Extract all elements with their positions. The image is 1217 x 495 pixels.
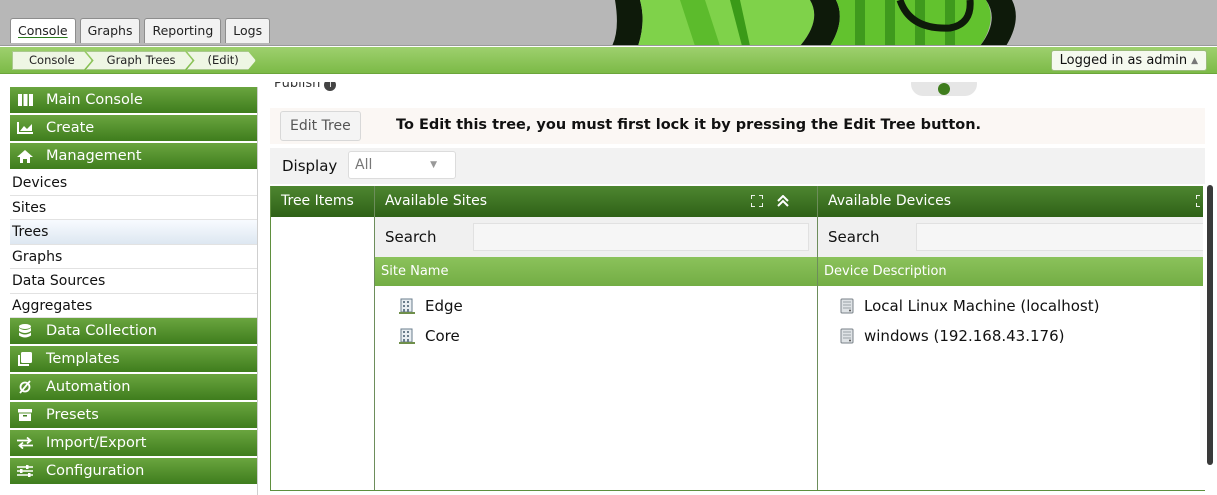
sites-search-input[interactable] (473, 223, 809, 251)
sidebar-item-presets[interactable]: Presets (10, 402, 257, 430)
empty-set-icon (16, 380, 34, 394)
expand-icon[interactable] (750, 194, 764, 211)
device-description-column-header: Device Description (818, 257, 1206, 286)
tab-console[interactable]: Console (10, 18, 76, 43)
sidebar-item-devices[interactable]: Devices (10, 171, 257, 196)
sidebar-item-aggregates[interactable]: Aggregates (10, 294, 257, 318)
sidebar: Main Console Create Management Devices S… (10, 87, 258, 495)
info-icon (938, 83, 950, 95)
available-devices-column: Available Devices Search Device Descript… (818, 186, 1206, 490)
sidebar-item-management[interactable]: Management (10, 143, 257, 171)
chart-icon (16, 122, 34, 134)
sidebar-item-templates[interactable]: Templates (10, 346, 257, 374)
display-label: Display (282, 157, 338, 175)
sidebar-item-create[interactable]: Create (10, 115, 257, 143)
edit-tree-row: Edit Tree To Edit this tree, you must fi… (270, 108, 1205, 144)
main-panel: Publish i Edit Tree To Edit this tree, y… (268, 82, 1206, 495)
devices-search-label: Search (828, 228, 880, 246)
tree-editor: Tree Items Available Sites Search Site N… (270, 186, 1206, 491)
sidebar-item-trees[interactable]: Trees (10, 220, 257, 245)
publish-toggle[interactable] (911, 82, 977, 96)
user-menu-button[interactable]: Logged in as admin ▲ (1050, 50, 1207, 71)
sidebar-item-configuration[interactable]: Configuration (10, 458, 257, 486)
breadcrumb-console[interactable]: Console (12, 51, 92, 70)
available-devices-header: Available Devices (818, 186, 1206, 217)
scrollbar[interactable] (1203, 185, 1217, 490)
sites-header-tools (750, 186, 811, 217)
top-banner: Console Graphs Reporting Logs (0, 0, 1217, 46)
available-sites-column: Available Sites Search Site Name Edge Co… (375, 186, 818, 490)
sites-search-row: Search (375, 217, 817, 257)
server-icon (840, 328, 854, 344)
display-select[interactable]: All ▼ (348, 151, 456, 179)
sliders-icon (16, 465, 34, 477)
user-label: Logged in as admin (1059, 53, 1188, 68)
server-icon (840, 298, 854, 314)
sidebar-item-automation[interactable]: Automation (10, 374, 257, 402)
breadcrumb-bar: Console Graph Trees (Edit) Logged in as … (0, 47, 1217, 74)
main-tabs: Console Graphs Reporting Logs (10, 18, 271, 43)
tab-graphs[interactable]: Graphs (79, 18, 141, 43)
sidebar-item-import-export[interactable]: Import/Export (10, 430, 257, 458)
sites-search-label: Search (385, 228, 437, 246)
devices-search-row: Search (818, 217, 1206, 257)
breadcrumb-graph-trees[interactable]: Graph Trees (86, 51, 193, 70)
scrollbar-thumb[interactable] (1207, 185, 1213, 465)
sidebar-item-data-sources[interactable]: Data Sources (10, 269, 257, 294)
info-icon: i (324, 82, 337, 91)
publish-label: Publish i (274, 82, 337, 91)
display-filter-row: Display All ▼ (270, 148, 1205, 184)
sidebar-item-main-console[interactable]: Main Console (10, 87, 257, 115)
sidebar-item-data-collection[interactable]: Data Collection (10, 318, 257, 346)
database-icon (16, 324, 34, 338)
building-icon (399, 328, 415, 344)
home-icon (16, 149, 34, 163)
building-icon (399, 298, 415, 314)
caret-up-icon: ▲ (1191, 56, 1198, 66)
site-name-column-header: Site Name (375, 257, 817, 286)
publish-row: Publish i (274, 82, 1206, 104)
dropdown-arrow-icon: ▼ (430, 160, 437, 170)
edit-tree-button[interactable]: Edit Tree (280, 111, 361, 141)
tab-logs[interactable]: Logs (225, 18, 271, 43)
device-item-local-linux[interactable]: Local Linux Machine (localhost) (840, 297, 1099, 315)
device-item-windows[interactable]: windows (192.168.43.176) (840, 327, 1064, 345)
sidebar-item-graphs[interactable]: Graphs (10, 245, 257, 269)
banner-artwork (612, 0, 1016, 45)
edit-tree-message: To Edit this tree, you must first lock i… (396, 117, 982, 133)
breadcrumb-edit: (Edit) (187, 51, 256, 70)
collapse-up-icon[interactable] (777, 194, 789, 211)
devices-search-input[interactable] (916, 223, 1206, 251)
sidebar-item-sites[interactable]: Sites (10, 196, 257, 220)
tree-items-header: Tree Items (271, 186, 374, 217)
tree-items-column: Tree Items (271, 186, 375, 490)
archive-icon (16, 409, 34, 421)
breadcrumb: Console Graph Trees (Edit) (12, 51, 250, 70)
tab-reporting[interactable]: Reporting (144, 18, 222, 43)
site-item-edge[interactable]: Edge (399, 297, 463, 315)
clone-icon (16, 352, 34, 366)
columns-icon (16, 94, 34, 106)
site-item-core[interactable]: Core (399, 327, 460, 345)
exchange-icon (16, 437, 34, 449)
